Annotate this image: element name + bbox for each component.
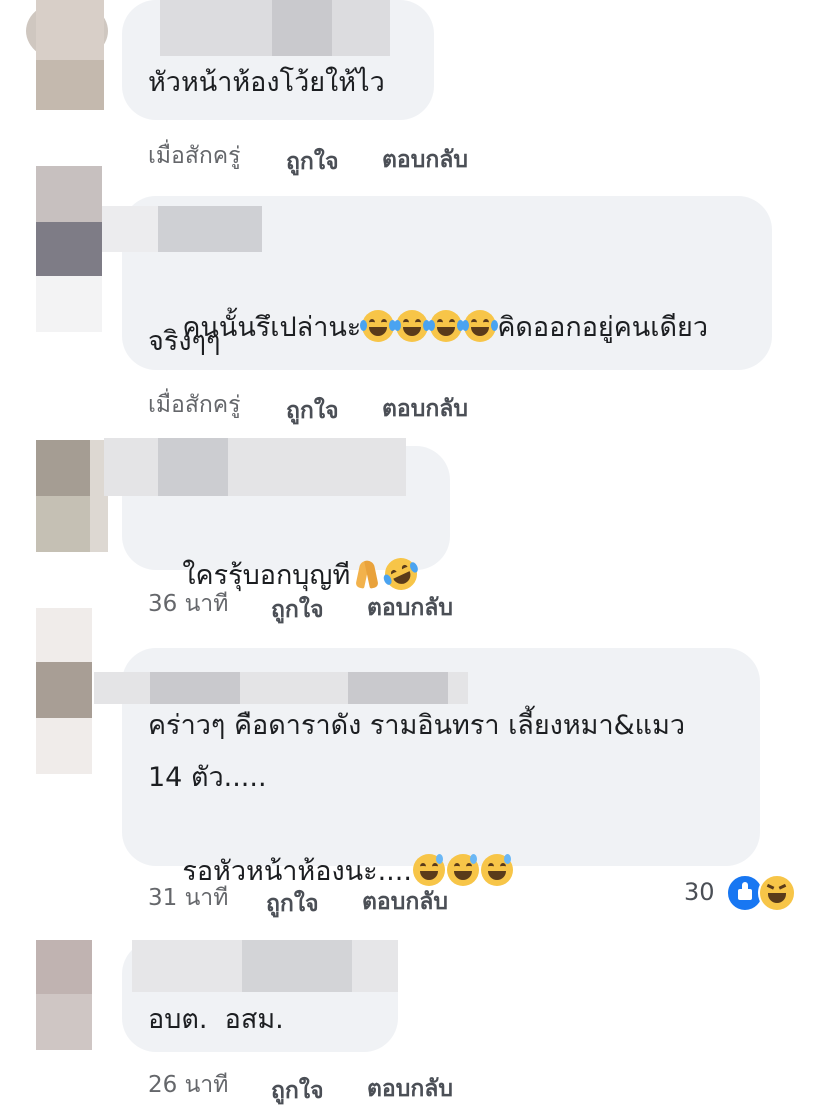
- blurred-avatar-pixels: [36, 60, 104, 110]
- comment-text: คนนั้นรึเปล่านะ คิดออกอยู่คนเดียว: [148, 268, 708, 388]
- blurred-author-name: [158, 206, 262, 252]
- blurred-avatar-pixels: [36, 940, 92, 994]
- reply-link[interactable]: ตอบกลับ: [362, 884, 448, 920]
- blurred-author-name[interactable]: [104, 438, 406, 496]
- comment-bubble: คร่าวๆ คือดาราดัง รามอินทรา เลี้ยงหมา&แม…: [94, 648, 760, 887]
- comment-text-line: จริงๆๆ: [148, 326, 221, 357]
- comment-bubble: ใครรุ้บอกบุญที: [104, 438, 450, 596]
- like-link[interactable]: ถูกใจ: [271, 1073, 324, 1109]
- blurred-avatar-pixels: [36, 222, 102, 276]
- like-link[interactable]: ถูกใจ: [286, 393, 339, 429]
- blurred-author-name: [348, 672, 448, 704]
- like-link[interactable]: ถูกใจ: [271, 592, 324, 628]
- comment-bubble: อบต. อสม.: [122, 940, 398, 1052]
- blurred-author-name: [272, 0, 332, 56]
- blurred-author-name: [150, 672, 240, 704]
- like-link[interactable]: ถูกใจ: [286, 144, 339, 180]
- comment-text-part: คิดออกอยู่คนเดียว: [497, 312, 708, 343]
- laughing-tears-emoji: [428, 310, 465, 342]
- comment-actions: เมื่อสักครู่ ถูกใจ ตอบกลับ: [148, 387, 548, 424]
- blurred-avatar-pixels: [36, 276, 102, 332]
- blurred-avatar-pixels: [36, 440, 90, 496]
- reply-link[interactable]: ตอบกลับ: [382, 142, 468, 178]
- laughing-tears-emoji: [360, 310, 397, 342]
- blurred-author-name: [158, 438, 228, 496]
- reply-link[interactable]: ตอบกลับ: [367, 590, 453, 626]
- reaction-summary[interactable]: 30: [684, 872, 800, 912]
- blurred-avatar-pixels: [36, 496, 90, 552]
- laughing-tears-emoji: [462, 310, 499, 342]
- comment-timestamp[interactable]: เมื่อสักครู่: [148, 138, 241, 174]
- haha-reaction-icon: [758, 874, 796, 912]
- comment-text: อบต. อสม.: [148, 1004, 284, 1035]
- blurred-avatar-pixels: [36, 662, 92, 718]
- comment-bubble: หัวหน้าห้องโว้ยให้ไว: [122, 0, 434, 120]
- like-link[interactable]: ถูกใจ: [266, 886, 319, 922]
- blurred-author-name: [242, 940, 352, 992]
- comment-actions: 36 นาที ถูกใจ ตอบกลับ: [148, 586, 548, 623]
- comment-timestamp[interactable]: 26 นาที: [148, 1067, 228, 1103]
- reply-link[interactable]: ตอบกลับ: [367, 1071, 453, 1107]
- comment-actions: เมื่อสักครู่ ถูกใจ ตอบกลับ: [148, 138, 548, 175]
- reply-link[interactable]: ตอบกลับ: [382, 391, 468, 427]
- comment-actions: 31 นาที ถูกใจ ตอบกลับ: [148, 880, 548, 917]
- comment-timestamp[interactable]: 36 นาที: [148, 586, 228, 622]
- laughing-tears-emoji: [394, 310, 431, 342]
- comment-bubble: คนนั้นรึเปล่านะ คิดออกอยู่คนเดียว จริงๆๆ: [102, 196, 772, 370]
- comment-text-line: 14 ตัว.....: [148, 762, 267, 793]
- comment-actions: 26 นาที ถูกใจ ตอบกลับ: [148, 1067, 548, 1104]
- reaction-count: 30: [684, 878, 715, 906]
- comment-timestamp[interactable]: 31 นาที: [148, 880, 228, 916]
- comment-text: หัวหน้าห้องโว้ยให้ไว: [148, 67, 385, 98]
- comment-text-line: คร่าวๆ คือดาราดัง รามอินทรา เลี้ยงหมา&แม…: [148, 710, 686, 741]
- comment-timestamp[interactable]: เมื่อสักครู่: [148, 387, 241, 423]
